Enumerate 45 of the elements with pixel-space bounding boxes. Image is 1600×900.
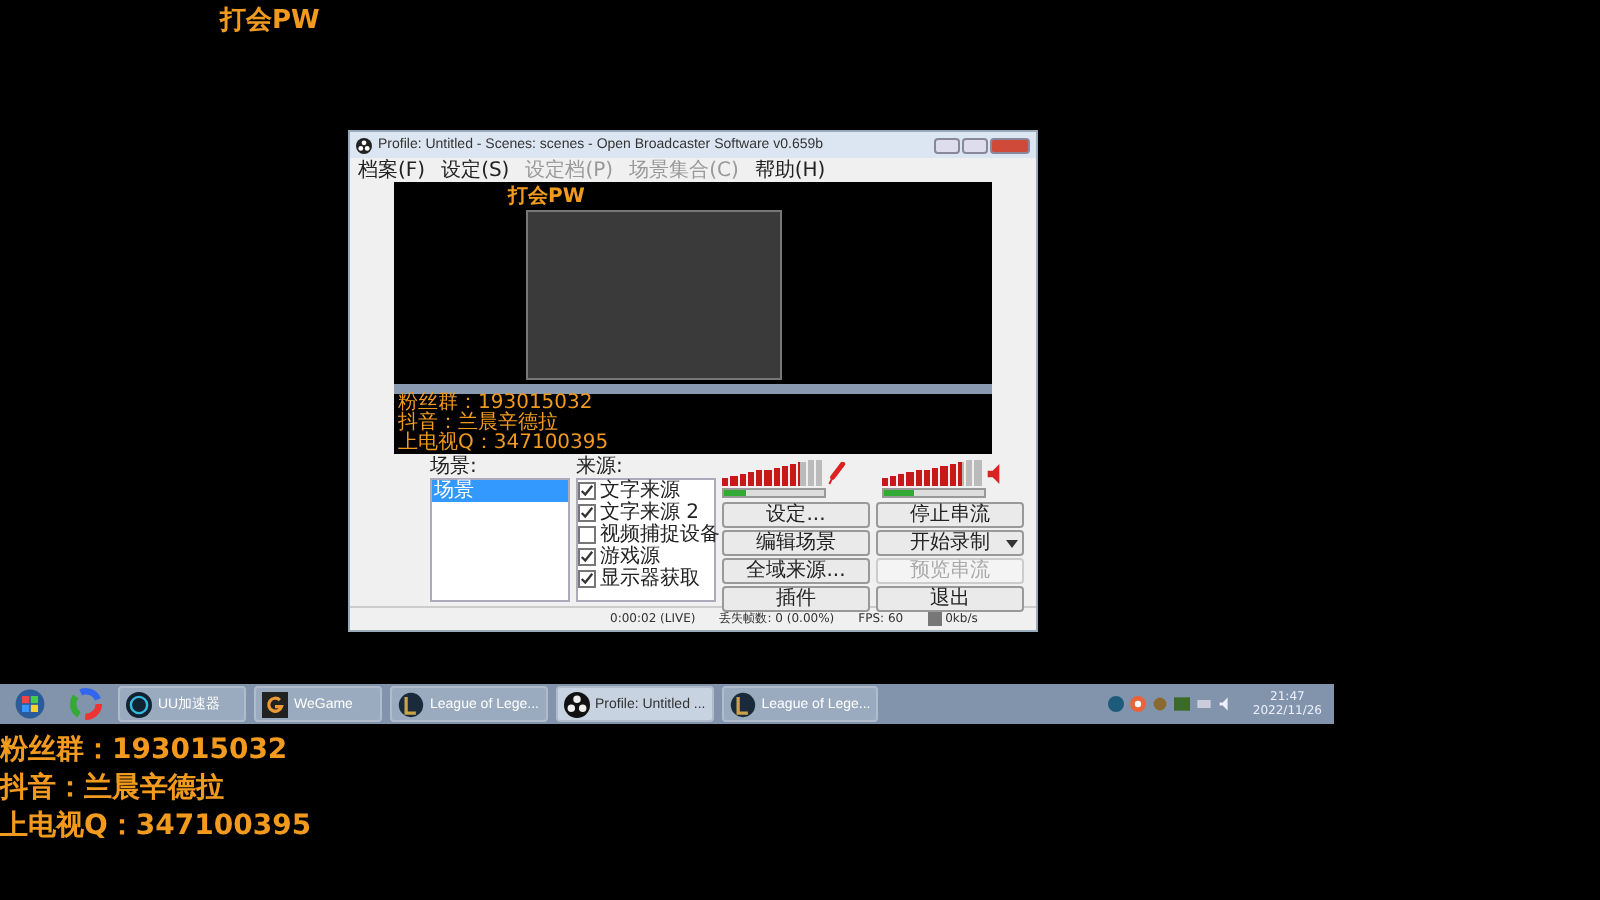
checkbox[interactable] (578, 482, 596, 500)
status-square-icon (927, 612, 942, 626)
source-item[interactable]: 文字来源 (600, 480, 680, 502)
panel-button[interactable]: 停止串流 (876, 502, 1024, 528)
panel-button[interactable]: 编辑场景 (722, 530, 870, 556)
panel-button[interactable]: 设定... (722, 502, 870, 528)
checkbox[interactable] (578, 570, 596, 588)
start-button-icon[interactable] (14, 688, 46, 720)
sources-label: 来源: (576, 458, 625, 478)
panel-button[interactable]: 退出 (876, 586, 1024, 612)
overlay-text: 粉丝群：193015032 (0, 732, 288, 770)
game-logo-icon (729, 691, 756, 717)
microphone-icon[interactable] (826, 462, 846, 486)
preview-caption: 打会PW (508, 183, 585, 210)
checkbox[interactable] (578, 548, 596, 566)
letter-logo-icon (262, 691, 288, 717)
menu-item[interactable]: 设定(S) (441, 156, 510, 184)
source-item[interactable]: 文字来源 2 (600, 502, 700, 524)
maximize-button[interactable] (962, 137, 988, 153)
graphics-card-icon[interactable] (1174, 696, 1191, 712)
source-item[interactable]: 显示器获取 (600, 568, 700, 590)
minimize-button[interactable] (934, 137, 960, 153)
color-wheel-icon[interactable] (70, 688, 102, 720)
preview-overlay-text: 粉丝群：193015032 (398, 394, 593, 414)
overlay-text: 上电视Q：347100395 (0, 808, 312, 846)
panel-button[interactable]: 插件 (722, 586, 870, 612)
close-button[interactable] (990, 137, 1030, 153)
source-item[interactable]: 游戏源 (600, 546, 660, 568)
source-item[interactable]: 视频捕捉设备 (600, 524, 720, 546)
preview-overlay-text: 抖音：兰晨辛德拉 (398, 414, 558, 434)
game-logo-icon (398, 691, 424, 717)
checkbox[interactable] (578, 504, 596, 522)
scenes-label: 场景: (430, 458, 479, 478)
menu-item[interactable]: 档案(F) (358, 156, 426, 184)
speaker-icon[interactable] (985, 462, 1005, 486)
dropdown-caret-icon[interactable] (1004, 535, 1020, 551)
panel-button[interactable]: 开始录制 (876, 530, 1024, 556)
obs-logo-icon (356, 137, 372, 153)
preview-overlay-text: 上电视Q：347100395 (398, 434, 609, 454)
menu-item[interactable]: 帮助(H) (754, 156, 826, 184)
obs-logo-icon (563, 691, 589, 717)
stream-caption: 打会PW (220, 4, 320, 38)
panel-button[interactable]: 全域来源... (722, 558, 870, 584)
record-icon[interactable] (1130, 696, 1147, 712)
checkbox[interactable] (578, 526, 596, 544)
